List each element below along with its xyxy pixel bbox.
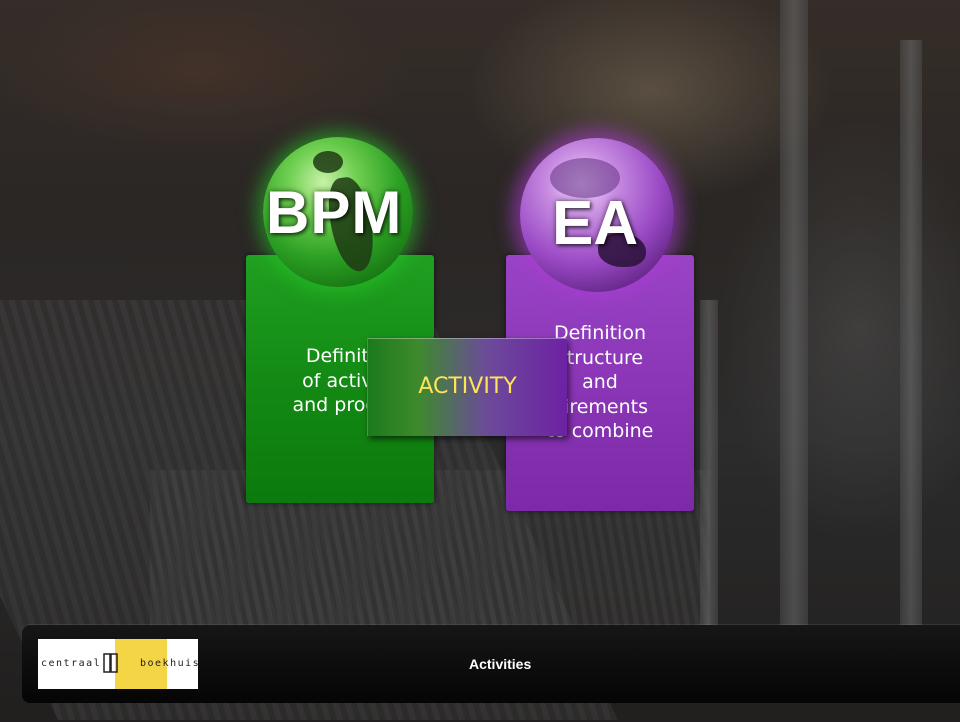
activity-box: ACTIVITY [367,338,567,436]
bpm-title: BPM [266,179,403,246]
europe-shape [313,151,343,173]
activity-label: ACTIVITY [418,374,517,399]
book-icon [103,653,118,673]
logo-text-left: centraal [41,658,102,669]
centraal-boekhuis-logo: centraal boekhuis [38,639,201,689]
ea-title: EA [552,189,639,258]
slide-title: Activities [469,656,532,672]
logo-text-right: boekhuis [140,658,201,669]
